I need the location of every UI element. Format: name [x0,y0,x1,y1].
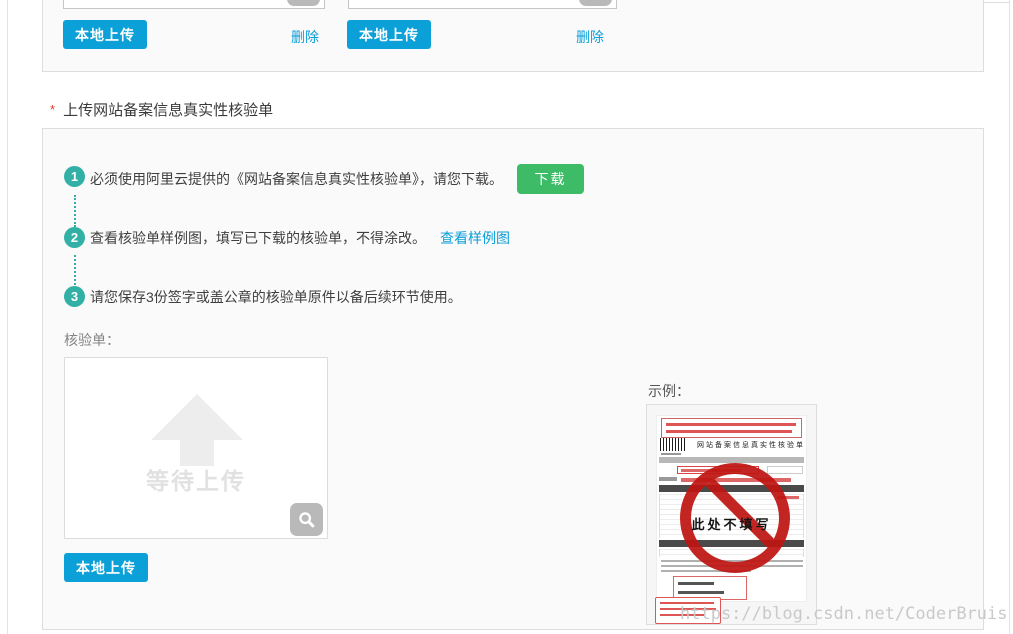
step-3-row: 请您保存3份签字或盖公章的核验单原件以备后续环节使用。 [90,289,462,305]
view-sample-link[interactable]: 查看样例图 [440,228,510,248]
step-2-text: 查看核验单样例图，填写已下载的核验单，不得涂改。 [90,230,426,246]
example-form-page: 网站备案信息真实性核验单 此处不填写 [656,415,807,602]
magnifier-icon[interactable] [290,503,323,536]
step-1-text: 必须使用阿里云提供的《网站备案信息真实性核验单》，请您下载。 [90,171,503,187]
delete-link-1[interactable]: 删除 [291,27,319,47]
upload-placeholder-text: 等待上传 [146,468,246,494]
step-2-row: 查看核验单样例图，填写已下载的核验单，不得涂改。 查看样例图 [90,230,510,246]
verification-upload-dropzone[interactable]: 等待上传 [64,357,328,539]
magnifier-icon[interactable] [287,0,320,6]
example-form-image: 网站备案信息真实性核验单 此处不填写 [646,404,817,625]
stamp-text: 此处不填写 [691,517,772,532]
step-2-badge: 2 [64,227,85,248]
step-1-row: 必须使用阿里云提供的《网站备案信息真实性核验单》，请您下载。 下载 [90,164,584,194]
id-photo-upload-panel: 本地上传 删除 本地上传 删除 [42,0,984,72]
local-upload-button-2[interactable]: 本地上传 [347,20,431,49]
magnifier-icon[interactable] [579,0,612,6]
local-upload-button-verification[interactable]: 本地上传 [64,553,148,582]
required-asterisk: * [50,102,56,117]
step-3-badge: 3 [64,286,85,307]
section-title-text: 上传网站备案信息真实性核验单 [63,102,274,119]
page-right-border [1009,0,1010,634]
local-upload-button-1[interactable]: 本地上传 [63,20,147,49]
step-1-badge: 1 [64,166,85,187]
example-label: 示例： [648,383,690,399]
example-form-title: 网站备案信息真实性核验单 [697,442,805,449]
verification-field-label: 核验单： [64,332,120,348]
beian-upload-page: 正面 查看大图 反面 查看大图 本地上传 删除 本地上传 删除 [0,0,1013,634]
example-cell [767,466,803,474]
csdn-watermark: https://blog.csdn.net/CoderBruis [680,604,1008,624]
page-left-border [7,0,8,634]
step-connector [74,195,76,227]
step-3-text: 请您保存3份签字或盖公章的核验单原件以备后续环节使用。 [90,289,462,305]
step-connector [74,255,76,285]
upload-arrow-icon [151,394,243,466]
photo-upload-box-1[interactable] [63,0,325,9]
section-title: * 上传网站备案信息真实性核验单 [50,99,273,120]
verification-form-panel: 1 必须使用阿里云提供的《网站备案信息真实性核验单》，请您下载。 下载 2 查看… [42,128,984,630]
photo-upload-box-2[interactable] [348,0,617,9]
download-button[interactable]: 下载 [517,164,584,194]
magnifier-glyph [298,511,314,527]
example-instruction-box [661,418,802,438]
delete-link-2[interactable]: 删除 [576,27,604,47]
barcode-icon [660,438,685,451]
